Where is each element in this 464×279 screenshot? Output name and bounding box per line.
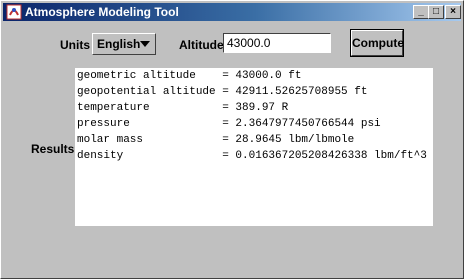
- result-line: geometric altitude = 43000.0 ft: [77, 70, 302, 82]
- app-icon: [6, 4, 22, 20]
- maximize-button[interactable]: □: [428, 5, 444, 19]
- units-select-value: English: [97, 37, 141, 51]
- chevron-down-icon[interactable]: [140, 41, 150, 47]
- compute-button[interactable]: Compute: [350, 29, 404, 57]
- result-line: pressure = 2.3647977450766544 psi: [77, 118, 381, 130]
- result-line: molar mass = 28.9645 lbm/lbmole: [77, 134, 355, 146]
- result-line: temperature = 389.97 R: [77, 102, 289, 114]
- results-text-area[interactable]: geometric altitude = 43000.0 ft geopoten…: [75, 68, 433, 226]
- minimize-button[interactable]: _: [413, 5, 429, 19]
- result-line: density = 0.016367205208426338 lbm/ft^3: [77, 150, 427, 162]
- results-label: Results: [31, 142, 75, 156]
- window-title: Atmosphere Modeling Tool: [25, 5, 179, 19]
- units-select[interactable]: English: [92, 33, 156, 55]
- units-label: Units: [60, 38, 90, 52]
- altitude-label: Altitude: [179, 38, 224, 52]
- altitude-input[interactable]: [223, 33, 331, 53]
- result-line: geopotential altitude = 42911.5262570895…: [77, 86, 368, 98]
- main-window: Atmosphere Modeling Tool _ □ × Units Eng…: [0, 0, 464, 279]
- close-button[interactable]: ×: [445, 5, 461, 19]
- title-bar[interactable]: Atmosphere Modeling Tool _ □ ×: [3, 3, 461, 21]
